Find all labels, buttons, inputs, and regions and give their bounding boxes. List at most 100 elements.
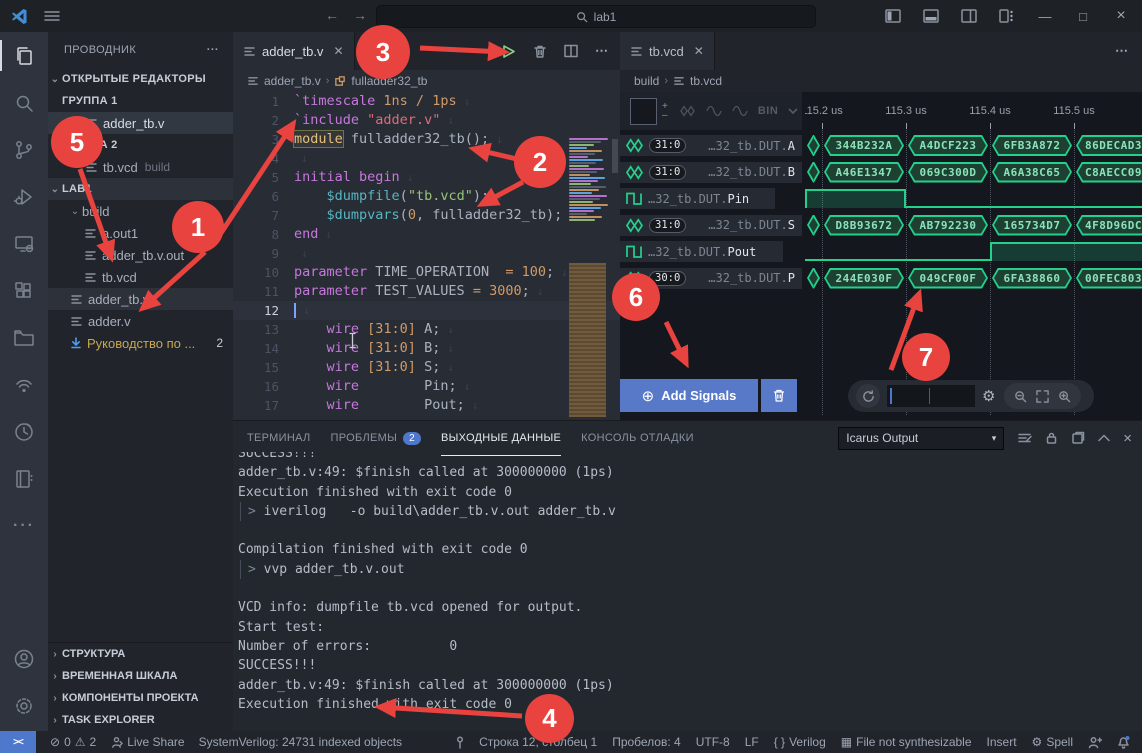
feedback-person-icon[interactable]: [1088, 736, 1102, 749]
code-line-2[interactable]: 2`include "adder.v"↓: [233, 111, 620, 130]
synthesizable-status[interactable]: ▦File not synthesizable: [841, 735, 972, 749]
wave-settings-gear-icon[interactable]: ⚙: [982, 387, 995, 405]
zoom-fit-icon[interactable]: [1036, 390, 1049, 403]
maximize-panel-icon[interactable]: [1098, 434, 1110, 442]
toggle-sidebar-icon[interactable]: [878, 0, 908, 32]
clear-output-icon[interactable]: [1017, 431, 1032, 445]
run-simulation-icon[interactable]: [501, 44, 516, 59]
minimize-icon[interactable]: —: [1030, 0, 1060, 32]
customize-layout-icon[interactable]: [992, 0, 1022, 32]
notebook-icon[interactable]: [0, 455, 48, 502]
problems-status[interactable]: ⊘0 ⚠2: [50, 735, 96, 749]
task-timer-icon[interactable]: [0, 408, 48, 455]
signal-row-pout[interactable]: …32_tb.DUT.Pout: [620, 241, 783, 262]
code-line-6[interactable]: 6 $dumpfile("tb.vcd");↓: [233, 187, 620, 206]
code-line-15[interactable]: 15 wire [31:0] S;↓: [233, 358, 620, 377]
breadcrumb-file[interactable]: tb.vcd: [690, 74, 722, 88]
open-editors-header[interactable]: ⌄ОТКРЫТЫЕ РЕДАКТОРЫ: [48, 68, 233, 90]
toggle-secondary-sidebar-icon[interactable]: [954, 0, 984, 32]
wave-lanes[interactable]: 344B232AA4DCF2236FB3A87286DECAD3A46E1347…: [805, 130, 1142, 420]
trash-icon[interactable]: [533, 44, 547, 59]
code-line-3[interactable]: 3module fulladder32_tb();↓: [233, 130, 620, 149]
bus-format-icon[interactable]: [680, 105, 696, 117]
tree-item-tb-vcd[interactable]: tb.vcd: [48, 266, 233, 288]
signal-row-b[interactable]: 31:0…32_tb.DUT.B: [620, 162, 802, 183]
breadcrumb-folder[interactable]: build: [634, 74, 659, 88]
code-line-13[interactable]: 13 wire [31:0] A;↓: [233, 320, 620, 339]
tab-adder-tb[interactable]: adder_tb.v ✕: [233, 32, 355, 70]
language-mode-status[interactable]: { }Verilog: [774, 735, 826, 749]
project-manager-icon[interactable]: [0, 314, 48, 361]
insert-mode-status[interactable]: Insert: [987, 735, 1017, 749]
code-line-12[interactable]: 12↓: [233, 301, 620, 320]
breadcrumb-file[interactable]: adder_tb.v: [264, 74, 321, 88]
close-panel-icon[interactable]: ×: [1123, 430, 1132, 447]
code-line-11[interactable]: 11parameter TEST_VALUES = 3000;↓: [233, 282, 620, 301]
color-swatch[interactable]: [630, 98, 657, 125]
refresh-icon[interactable]: [856, 384, 880, 408]
format-select[interactable]: BIN: [758, 105, 798, 117]
code-line-9[interactable]: 9↓: [233, 244, 620, 263]
editor-group-1-header[interactable]: ГРУППА 1: [48, 90, 233, 112]
zoom-out-small-icon[interactable]: –: [662, 111, 668, 120]
maximize-icon[interactable]: □: [1068, 0, 1098, 32]
remote-explorer-icon[interactable]: [0, 220, 48, 267]
analog-wave-icon[interactable]: [706, 105, 722, 117]
panel-tab-консоль-отладки[interactable]: КОНСОЛЬ ОТЛАДКИ: [581, 421, 694, 455]
encoding-status[interactable]: UTF-8: [696, 735, 730, 749]
section--[interactable]: ›ВРЕМЕННАЯ ШКАЛА: [48, 665, 233, 687]
time-input[interactable]: [887, 385, 975, 407]
indentation-status[interactable]: Пробелов: 4: [612, 735, 681, 749]
code-line-8[interactable]: 8end↓: [233, 225, 620, 244]
remove-signals-button[interactable]: [761, 379, 797, 412]
code-line-7[interactable]: 7 $dumpvars(0, fulladder32_tb);↓: [233, 206, 620, 225]
section--[interactable]: ›СТРУКТУРА: [48, 643, 233, 665]
port-status-icon[interactable]: [456, 736, 464, 749]
explorer-icon[interactable]: [0, 32, 48, 79]
source-control-icon[interactable]: [0, 126, 48, 173]
open-in-editor-icon[interactable]: [1071, 431, 1085, 445]
output-channel-select[interactable]: Icarus Output ▾: [838, 427, 1004, 450]
wireless-connect-icon[interactable]: [0, 361, 48, 408]
breadcrumb[interactable]: adder_tb.v › fulladder32_tb: [233, 70, 620, 92]
lock-scroll-icon[interactable]: [1045, 431, 1058, 445]
search-sidebar-icon[interactable]: [0, 79, 48, 126]
minimap[interactable]: [565, 137, 611, 417]
zoom-out-icon[interactable]: [1014, 390, 1027, 403]
remote-indicator[interactable]: ><: [0, 731, 36, 753]
settings-gear-icon[interactable]: [0, 682, 48, 729]
editor-more-icon[interactable]: ⋯: [1115, 43, 1128, 59]
command-center-search[interactable]: lab1: [376, 5, 816, 28]
wave-breadcrumb[interactable]: build › tb.vcd: [620, 70, 1142, 93]
signal-row-s[interactable]: 31:0…32_tb.DUT.S: [620, 215, 802, 236]
code-line-1[interactable]: 1`timescale 1ns / 1ps↓: [233, 92, 620, 111]
more-views-icon[interactable]: ···: [0, 502, 48, 549]
sidebar-more-icon[interactable]: ···: [207, 44, 219, 56]
scrollbar[interactable]: [612, 139, 618, 173]
section--[interactable]: ›КОМПОНЕНТЫ ПРОЕКТА: [48, 687, 233, 709]
editor-more-icon[interactable]: ⋯: [595, 43, 608, 59]
live-share-status[interactable]: Live Share: [110, 735, 184, 749]
menu-icon[interactable]: [44, 9, 60, 23]
tree-item-adder-v[interactable]: adder.v: [48, 310, 233, 332]
nav-forward-icon[interactable]: →: [353, 7, 367, 23]
panel-tab-выходные-данные[interactable]: ВЫХОДНЫЕ ДАННЫЕ: [441, 421, 561, 456]
toggle-panel-icon[interactable]: [916, 0, 946, 32]
notifications-bell-icon[interactable]: [1117, 735, 1130, 749]
code-line-16[interactable]: 16 wire Pin;↓: [233, 377, 620, 396]
code-line-14[interactable]: 14 wire [31:0] B;↓: [233, 339, 620, 358]
run-debug-icon[interactable]: [0, 173, 48, 220]
nav-back-icon[interactable]: ←: [325, 7, 339, 23]
section-task-explorer[interactable]: ›TASK EXPLORER: [48, 709, 233, 731]
output-console[interactable]: SUCCESS!!!adder_tb.v:49: $finish called …: [233, 452, 1142, 731]
systemverilog-indexer-status[interactable]: SystemVerilog: 24731 indexed objects: [199, 735, 402, 749]
close-window-icon[interactable]: ×: [1106, 0, 1136, 32]
code-line-10[interactable]: 10parameter TIME_OPERATION = 100;↓: [233, 263, 620, 282]
tree-item--[interactable]: Руководство по ...2: [48, 332, 233, 354]
code-line-17[interactable]: 17 wire Pout;↓: [233, 396, 620, 415]
workspace-root-lab1[interactable]: ⌄LAB1: [48, 178, 233, 200]
analog-wave2-icon[interactable]: [732, 105, 748, 117]
split-editor-icon[interactable]: [564, 44, 578, 58]
panel-tab-проблемы[interactable]: ПРОБЛЕМЫ2: [330, 421, 421, 455]
code-editor[interactable]: 1`timescale 1ns / 1ps↓2`include "adder.v…: [233, 92, 620, 420]
